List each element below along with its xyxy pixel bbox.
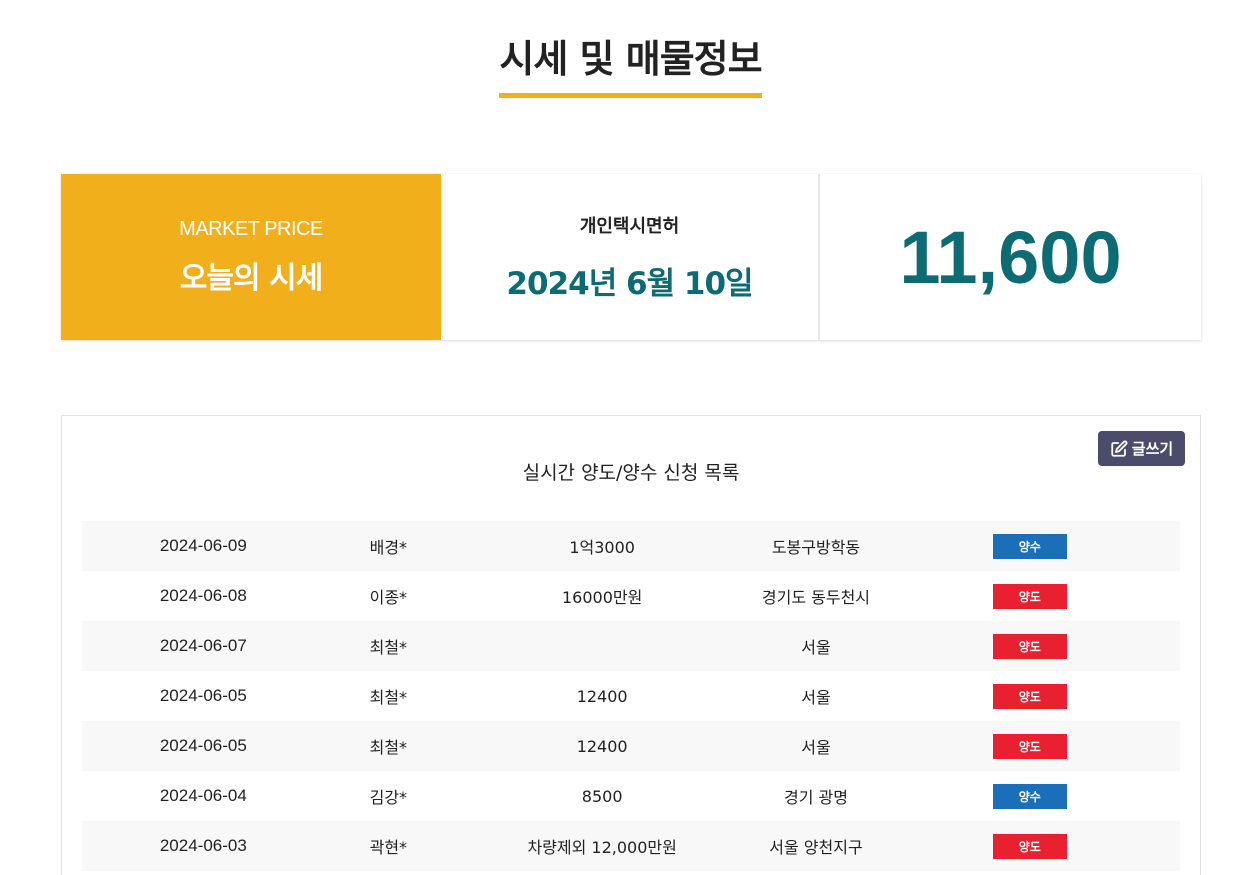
row-area: 경기도 동두천시 [761, 588, 871, 607]
row-area: 경기 광명 [783, 788, 848, 807]
row-area: 도봉구방학동 [771, 538, 861, 557]
market-price-label-block: MARKET PRICE 오늘의 시세 [61, 174, 441, 340]
row-type-cell: 양수 [880, 783, 1180, 809]
row-date: 2024-06-03 [159, 836, 247, 855]
row-price: 12400 [576, 686, 628, 706]
market-price-panel: MARKET PRICE 오늘의 시세 개인택시면허 2024년 6월 10일 … [61, 174, 1201, 340]
row-type-cell: 양수 [880, 533, 1180, 559]
list-item[interactable]: 2024-06-05 최철* 12400 서울 양도 [82, 721, 1180, 771]
transfer-list: 2024-06-09 배경* 1억3000 도봉구방학동 양수 2024-06-08 이종*… [82, 521, 1180, 871]
page-title: 시세 및 매물정보 [499, 28, 763, 98]
row-date: 2024-06-05 [159, 736, 247, 755]
row-price: 8500 [581, 786, 623, 806]
row-type-cell: 양도 [880, 633, 1180, 659]
status-badge: 양도 [992, 583, 1067, 609]
row-name: 최철* [369, 688, 408, 707]
row-name: 최철* [369, 738, 408, 757]
page-header: 시세 및 매물정보 [0, 28, 1251, 98]
transfer-list-panel: 글쓰기 실시간 양도/양수 신청 목록 2024-06-09 배경* 1억3000 도… [61, 415, 1201, 875]
status-badge: 양도 [992, 633, 1067, 659]
market-price-date-block: 개인택시면허 2024년 6월 10일 [441, 174, 820, 340]
market-price-date: 2024년 6월 10일 [506, 265, 753, 302]
row-price: 16000만원 [561, 588, 643, 607]
row-area: 서울 [801, 688, 831, 707]
edit-icon [1111, 440, 1128, 457]
row-area: 서울 [801, 638, 831, 657]
write-button-label: 글쓰기 [1131, 440, 1174, 458]
row-date: 2024-06-08 [159, 586, 247, 605]
list-item[interactable]: 2024-06-08 이종* 16000만원 경기도 동두천시 양도 [82, 571, 1180, 621]
row-type-cell: 양도 [880, 683, 1180, 709]
list-item[interactable]: 2024-06-03 곽현* 차량제외 12,000만원 서울 양천지구 양도 [82, 821, 1180, 871]
row-price: 1억3000 [569, 538, 635, 557]
row-date: 2024-06-07 [159, 636, 247, 655]
transfer-list-title: 실시간 양도/양수 신청 목록 [522, 462, 740, 484]
row-date: 2024-06-09 [159, 536, 247, 555]
market-price-label-ko: 오늘의 시세 [179, 260, 323, 296]
row-name: 이종* [369, 588, 408, 607]
row-name: 최철* [369, 638, 408, 657]
row-date: 2024-06-05 [159, 686, 247, 705]
status-badge: 양도 [992, 733, 1067, 759]
row-date: 2024-06-04 [159, 786, 247, 805]
row-name: 김강* [369, 788, 408, 807]
row-type-cell: 양도 [880, 833, 1180, 859]
market-price-category: 개인택시면허 [579, 215, 680, 237]
row-price: 12400 [576, 736, 628, 756]
list-item[interactable]: 2024-06-09 배경* 1억3000 도봉구방학동 양수 [82, 521, 1180, 571]
status-badge: 양도 [992, 683, 1067, 709]
status-badge: 양수 [992, 533, 1067, 559]
row-area: 서울 양천지구 [769, 838, 863, 857]
market-price-label-en: MARKET PRICE [179, 217, 323, 240]
market-price-value: 11,600 [899, 215, 1122, 299]
row-type-cell: 양도 [880, 583, 1180, 609]
row-area: 서울 [801, 738, 831, 757]
status-badge: 양도 [992, 833, 1067, 859]
row-name: 배경* [369, 538, 408, 557]
list-item[interactable]: 2024-06-05 최철* 12400 서울 양도 [82, 671, 1180, 721]
row-price: 차량제외 12,000만원 [527, 838, 677, 857]
row-name: 곽현* [369, 838, 408, 857]
list-item[interactable]: 2024-06-04 김강* 8500 경기 광명 양수 [82, 771, 1180, 821]
row-type-cell: 양도 [880, 733, 1180, 759]
status-badge: 양수 [992, 783, 1067, 809]
list-item[interactable]: 2024-06-07 최철* 서울 양도 [82, 621, 1180, 671]
